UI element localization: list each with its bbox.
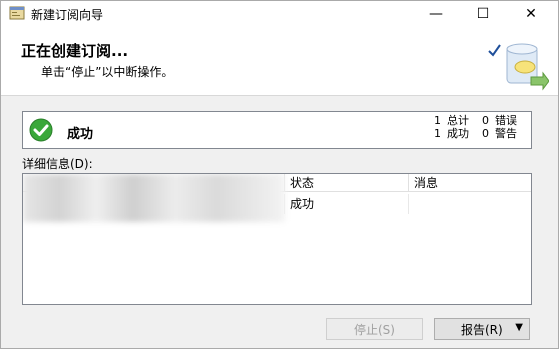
details-label: 详细信息(D): [22,157,93,171]
row-status-cell[interactable]: 成功 [285,194,409,214]
minimize-button[interactable]: — [413,1,459,27]
header-banner: 正在创建订阅... 单击“停止”以中断操作。 [1,27,558,96]
stats-row-total: 1 总计 0 错误 [427,114,521,127]
maximize-button[interactable]: ☐ [460,1,506,27]
status-summary: 成功 1 总计 0 错误 1 成功 0 警告 [22,111,532,149]
row-message-cell[interactable] [409,194,531,214]
title-bar: 新建订阅向导 — ☐ ✕ [1,1,558,27]
status-stats: 1 总计 0 错误 1 成功 0 警告 [427,114,521,140]
redacted-area [23,174,285,222]
details-grid[interactable]: 状态 消息 成功 [22,173,532,305]
report-button[interactable]: 报告(R) ▼ [434,318,530,340]
stop-button[interactable]: 停止(S) [326,318,423,340]
subscription-database-icon [488,43,549,91]
report-button-label: 报告(R) [461,322,503,337]
status-label: 成功 [67,127,94,142]
column-header-status[interactable]: 状态 [285,174,409,192]
success-check-icon [29,118,53,142]
error-label: 错误 [495,114,517,127]
column-header-message[interactable]: 消息 [409,174,531,192]
total-count: 1 [434,114,441,127]
success-count: 1 [434,127,441,140]
warning-count: 0 [482,127,489,140]
wizard-app-icon [9,6,25,20]
error-count: 0 [482,114,489,127]
page-title: 正在创建订阅... [21,42,129,60]
stats-row-success: 1 成功 0 警告 [427,127,521,140]
warning-label: 警告 [495,127,517,140]
dropdown-arrow-icon: ▼ [515,322,523,333]
page-subtitle: 单击“停止”以中断操作。 [41,65,174,79]
wizard-window: 新建订阅向导 — ☐ ✕ 正在创建订阅... 单击“停止”以中断操作。 成功 1… [0,0,559,349]
window-title: 新建订阅向导 [31,8,104,22]
close-button[interactable]: ✕ [508,1,554,27]
total-label: 总计 [447,114,469,127]
success-label: 成功 [447,127,469,140]
